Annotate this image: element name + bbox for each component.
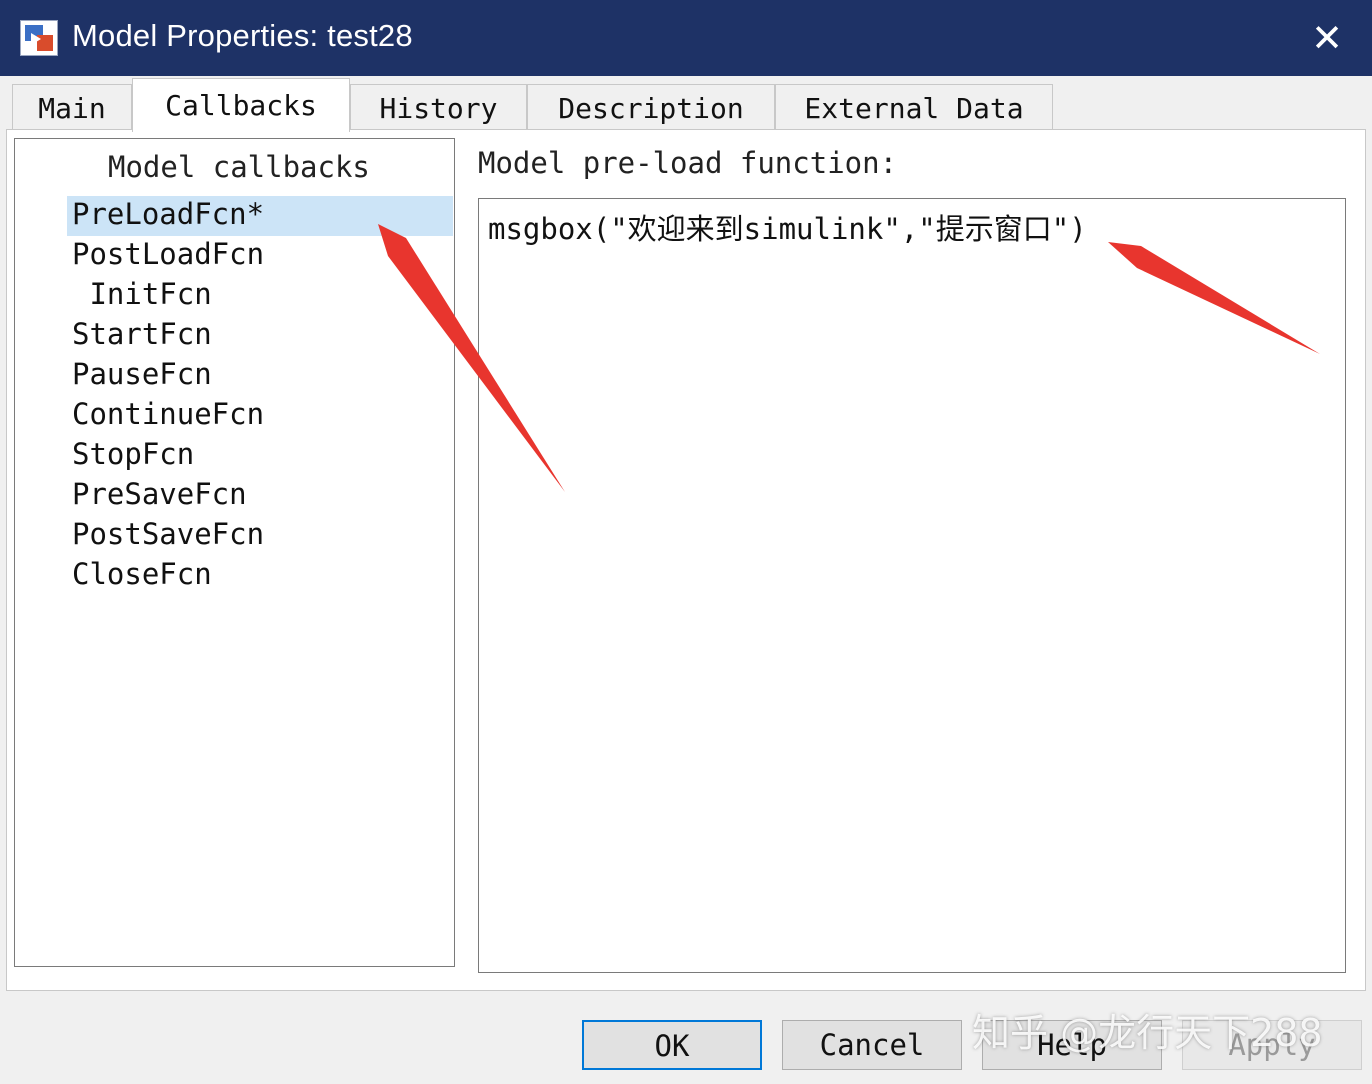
ok-button[interactable]: OK: [582, 1020, 762, 1070]
tab-history[interactable]: History: [350, 84, 527, 130]
callback-postloadfcn[interactable]: PostLoadFcn: [72, 237, 264, 271]
callback-startfcn[interactable]: StartFcn: [72, 317, 212, 351]
callback-stopfcn[interactable]: StopFcn: [72, 437, 194, 471]
tab-main[interactable]: Main: [12, 84, 132, 130]
cancel-button[interactable]: Cancel: [782, 1020, 962, 1070]
tab-callbacks[interactable]: Callbacks: [132, 78, 350, 132]
callback-presavefcn[interactable]: PreSaveFcn: [72, 477, 247, 511]
tab-external-data[interactable]: External Data: [775, 84, 1053, 130]
callback-closefcn[interactable]: CloseFcn: [72, 557, 212, 591]
tab-description[interactable]: Description: [527, 84, 775, 130]
callback-postsavefcn[interactable]: PostSaveFcn: [72, 517, 264, 551]
simulink-model-icon: [20, 20, 58, 56]
function-label: Model pre-load function:: [478, 146, 898, 180]
close-icon[interactable]: ✕: [1302, 14, 1352, 62]
watermark: 知乎 @龙行天下288: [972, 1011, 1323, 1055]
function-code[interactable]: msgbox("欢迎来到simulink","提示窗口"): [488, 206, 1087, 248]
callback-continuefcn[interactable]: ContinueFcn: [72, 397, 264, 431]
callback-initfcn[interactable]: InitFcn: [72, 277, 211, 311]
callbacks-header: Model callbacks: [108, 150, 370, 184]
callback-preloadfcn[interactable]: PreLoadFcn*: [72, 197, 264, 231]
window-title: Model Properties: test28: [72, 18, 413, 53]
callback-pausefcn[interactable]: PauseFcn: [72, 357, 212, 391]
function-editor[interactable]: [478, 198, 1346, 973]
title-bar: Model Properties: test28 ✕: [0, 0, 1372, 76]
